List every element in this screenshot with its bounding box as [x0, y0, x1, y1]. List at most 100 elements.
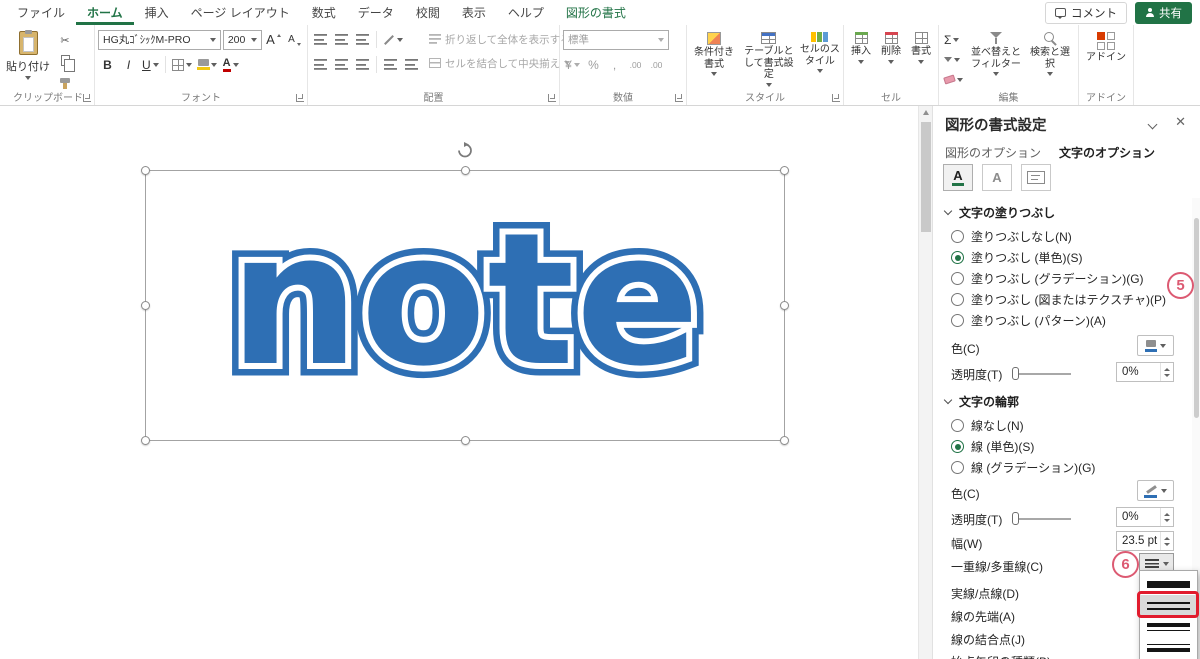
fill-color-button[interactable] [196, 55, 219, 75]
fill-pattern-option[interactable]: 塗りつぶし (パターン)(A) [951, 312, 1106, 329]
text-fill-color-button[interactable] [1137, 335, 1174, 356]
dialog-launcher-icon[interactable] [548, 94, 556, 102]
resize-handle-s[interactable] [461, 436, 470, 445]
increase-indent-button[interactable] [402, 55, 421, 75]
text-effects-tab-button[interactable]: A [982, 164, 1012, 191]
cut-button[interactable]: ✂ [56, 32, 74, 49]
decrease-indent-button[interactable] [381, 55, 400, 75]
autosum-button[interactable]: Σ [942, 30, 965, 49]
spinner-buttons[interactable] [1160, 532, 1173, 550]
text-outline-section-header[interactable]: 文字の輪郭 [943, 393, 1019, 410]
resize-handle-n[interactable] [461, 166, 470, 175]
fill-no-fill-option[interactable]: 塗りつぶしなし(N) [951, 228, 1072, 245]
pane-collapse-button[interactable] [1147, 117, 1158, 131]
outline-solid-option[interactable]: 線 (単色)(S) [951, 438, 1034, 455]
spinner-buttons[interactable] [1160, 363, 1173, 381]
resize-handle-e[interactable] [780, 301, 789, 310]
resize-handle-ne[interactable] [780, 166, 789, 175]
fill-transparency-input[interactable]: 0% [1116, 362, 1174, 382]
resize-handle-nw[interactable] [141, 166, 150, 175]
dialog-launcher-icon[interactable] [83, 94, 91, 102]
align-center-button[interactable] [332, 55, 351, 75]
dialog-launcher-icon[interactable] [832, 94, 840, 102]
resize-handle-w[interactable] [141, 301, 150, 310]
dialog-launcher-icon[interactable] [675, 94, 683, 102]
shape-selection-box[interactable] [141, 142, 789, 445]
cell-styles-button[interactable]: セルのスタイル [800, 28, 840, 90]
decrease-decimal-button[interactable]: .00 [647, 55, 666, 75]
fill-gradient-option[interactable]: 塗りつぶし (グラデーション)(G) [951, 270, 1144, 287]
font-size-combo[interactable]: 200 [222, 29, 262, 50]
conditional-formatting-button[interactable]: 条件付き書式 [690, 28, 738, 90]
scrollbar-thumb[interactable] [921, 122, 931, 232]
worksheet-canvas[interactable]: note note note [0, 106, 918, 659]
align-left-button[interactable] [311, 55, 330, 75]
increase-decimal-button[interactable]: .00 [626, 55, 645, 75]
font-color-button[interactable]: A [221, 55, 241, 75]
format-as-table-button[interactable]: テーブルとして書式設定 [740, 28, 798, 90]
outline-transparency-input[interactable]: 0% [1116, 507, 1174, 527]
textbox-tab-button[interactable] [1021, 164, 1051, 191]
tab-text-options[interactable]: 文字のオプション [1059, 144, 1155, 161]
tab-file[interactable]: ファイル [6, 0, 76, 25]
text-fill-outline-tab-button[interactable]: A [943, 164, 973, 191]
wrap-text-button[interactable]: 折り返して全体を表示する [429, 29, 571, 49]
fill-button[interactable] [942, 50, 965, 69]
font-name-combo[interactable]: HG丸ｺﾞｼｯｸM-PRO [98, 29, 221, 50]
slider-thumb[interactable] [1012, 367, 1019, 380]
dialog-launcher-icon[interactable] [296, 94, 304, 102]
format-painter-button[interactable] [56, 72, 74, 89]
tab-help[interactable]: ヘルプ [497, 0, 555, 25]
spinner-buttons[interactable] [1160, 508, 1173, 526]
tab-home[interactable]: ホーム [76, 0, 134, 25]
find-select-button[interactable]: 検索と選択 [1027, 28, 1073, 90]
addins-button[interactable]: アドイン [1082, 28, 1130, 90]
outline-gradient-option[interactable]: 線 (グラデーション)(G) [951, 459, 1095, 476]
text-fill-section-header[interactable]: 文字の塗りつぶし [943, 204, 1055, 221]
italic-button[interactable]: I [119, 55, 138, 75]
resize-handle-se[interactable] [780, 436, 789, 445]
tab-shape-format[interactable]: 図形の書式 [555, 0, 637, 25]
delete-cells-button[interactable]: 削除 [877, 28, 905, 90]
borders-button[interactable] [170, 55, 194, 75]
increase-font-size-button[interactable]: A [264, 30, 283, 50]
orientation-button[interactable] [381, 30, 405, 50]
tab-insert[interactable]: 挿入 [134, 0, 180, 25]
align-top-button[interactable] [311, 30, 330, 50]
tab-view[interactable]: 表示 [451, 0, 497, 25]
percent-format-button[interactable]: % [584, 55, 603, 75]
outline-color-button[interactable] [1137, 480, 1174, 501]
tab-data[interactable]: データ [347, 0, 405, 25]
align-bottom-button[interactable] [353, 30, 372, 50]
copy-button[interactable] [56, 52, 75, 72]
fill-transparency-slider[interactable] [1012, 367, 1071, 380]
fill-picture-option[interactable]: 塗りつぶし (図またはテクスチャ)(P) [951, 291, 1166, 308]
bold-button[interactable]: B [98, 55, 117, 75]
align-middle-button[interactable] [332, 30, 351, 50]
line-style-thick-thin-option[interactable] [1140, 616, 1197, 637]
comments-button[interactable]: コメント [1045, 1, 1127, 24]
number-format-combo[interactable]: 標準 [563, 29, 669, 50]
align-right-button[interactable] [353, 55, 372, 75]
comma-format-button[interactable]: , [605, 55, 624, 75]
format-cells-button[interactable]: 書式 [907, 28, 935, 90]
merge-center-button[interactable]: セルを結合して中央揃え [429, 53, 571, 73]
fill-solid-option[interactable]: 塗りつぶし (単色)(S) [951, 249, 1082, 266]
outline-width-input[interactable]: 23.5 pt [1116, 531, 1174, 551]
paste-button[interactable]: 貼り付け [5, 28, 51, 90]
slider-thumb[interactable] [1012, 512, 1019, 525]
scroll-up-icon[interactable] [922, 110, 929, 115]
pane-scrollbar-thumb[interactable] [1194, 218, 1199, 418]
resize-handle-sw[interactable] [141, 436, 150, 445]
sort-filter-button[interactable]: 並べ替えとフィルター [968, 28, 1024, 90]
outline-no-line-option[interactable]: 線なし(N) [951, 417, 1024, 434]
decrease-font-size-button[interactable]: A [285, 30, 304, 50]
outline-transparency-slider[interactable] [1012, 512, 1071, 525]
pane-close-button[interactable]: ✕ [1175, 114, 1186, 130]
insert-cells-button[interactable]: 挿入 [847, 28, 875, 90]
tab-page-layout[interactable]: ページ レイアウト [180, 0, 301, 25]
share-button[interactable]: 共有 [1135, 1, 1192, 24]
currency-format-button[interactable]: ¥ [563, 55, 582, 75]
worksheet-scrollbar[interactable] [918, 106, 932, 659]
tab-formulas[interactable]: 数式 [301, 0, 347, 25]
